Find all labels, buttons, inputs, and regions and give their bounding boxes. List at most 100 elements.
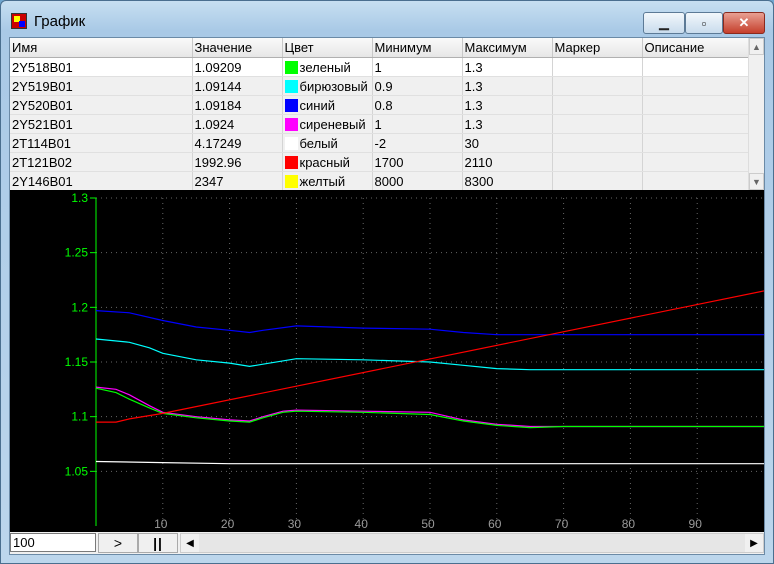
x-tick-label: 20	[221, 517, 235, 531]
cell-value[interactable]: 1992.96	[192, 152, 283, 172]
cell-name[interactable]: 2T114B01	[10, 133, 193, 153]
scroll-right-arrow-icon[interactable]: ▶	[745, 534, 763, 552]
chart-horizontal-scrollbar[interactable]: ◀ ▶	[180, 533, 764, 553]
header-max[interactable]: Максимум	[462, 38, 553, 58]
x-tick-label: 70	[555, 517, 569, 531]
cell-min[interactable]: 1700	[372, 152, 463, 172]
header-color[interactable]: Цвет	[282, 38, 373, 58]
cell-name[interactable]: 2Y521B01	[10, 114, 193, 134]
x-tick-label: 40	[355, 517, 369, 531]
cell-value[interactable]: 2347	[192, 171, 283, 190]
cell-marker[interactable]	[552, 152, 643, 172]
header-description[interactable]: Описание	[642, 38, 749, 58]
cell-description[interactable]	[642, 152, 749, 172]
color-name: желтый	[299, 173, 346, 189]
cell-name[interactable]: 2Y519B01	[10, 76, 193, 96]
series-line-4	[95, 460, 764, 465]
trend-chart[interactable]: 1.05 1.1 1.15 1.2 1.25 1.3 10 20 30 40 50 60 70 80 90	[10, 190, 765, 532]
series-line-3	[95, 387, 764, 429]
series-line-5	[96, 290, 765, 423]
table-header-row: Имя Значение Цвет Минимум Максимум Марке…	[10, 38, 749, 58]
cell-marker[interactable]	[552, 57, 643, 77]
cell-color[interactable]: красный	[282, 152, 373, 172]
cell-marker[interactable]	[552, 133, 643, 153]
cell-max[interactable]: 2110	[462, 152, 553, 172]
cell-min[interactable]: 0.8	[372, 95, 463, 115]
cell-min[interactable]: 8000	[372, 171, 463, 190]
scale-input[interactable]	[10, 533, 96, 552]
table-row[interactable]: 2Y518B01 1.09209 зеленый 1 1.3	[10, 57, 749, 77]
window-content: Имя Значение Цвет Минимум Максимум Марке…	[9, 37, 765, 555]
cell-max[interactable]: 1.3	[462, 95, 553, 115]
scroll-left-arrow-icon[interactable]: ◀	[181, 534, 199, 552]
cell-description[interactable]	[642, 114, 749, 134]
cell-description[interactable]	[642, 76, 749, 96]
cell-description[interactable]	[642, 133, 749, 153]
scroll-down-arrow-icon[interactable]: ▼	[749, 173, 764, 190]
cell-name[interactable]: 2Y146B01	[10, 171, 193, 190]
pause-icon: ||	[153, 535, 163, 551]
cell-color[interactable]: белый	[282, 133, 373, 153]
cell-color[interactable]: зеленый	[282, 57, 373, 77]
header-name[interactable]: Имя	[10, 38, 193, 58]
cell-marker[interactable]	[552, 76, 643, 96]
table-vertical-scrollbar[interactable]: ▲ ▼	[748, 38, 764, 190]
cell-max[interactable]: 1.3	[462, 76, 553, 96]
x-tick-label: 30	[288, 517, 302, 531]
cell-value[interactable]: 1.09209	[192, 57, 283, 77]
table-row[interactable]: 2Y146B01 2347 желтый 8000 8300	[10, 171, 749, 190]
play-button[interactable]: >	[98, 533, 138, 553]
scroll-up-arrow-icon[interactable]: ▲	[749, 38, 764, 55]
table-row[interactable]: 2T121B02 1992.96 красный 1700 2110	[10, 152, 749, 172]
pause-button[interactable]: ||	[138, 533, 178, 553]
table-row[interactable]: 2Y521B01 1.0924 сиреневый 1 1.3	[10, 114, 749, 134]
cell-name[interactable]: 2Y518B01	[10, 57, 193, 77]
color-swatch	[284, 98, 298, 112]
cell-description[interactable]	[642, 171, 749, 190]
cell-max[interactable]: 8300	[462, 171, 553, 190]
close-button[interactable]: ✕	[723, 12, 765, 34]
cell-name[interactable]: 2T121B02	[10, 152, 193, 172]
cell-name[interactable]: 2Y520B01	[10, 95, 193, 115]
cell-min[interactable]: 0.9	[372, 76, 463, 96]
cell-value[interactable]: 4.17249	[192, 133, 283, 153]
y-tick-label: 1.05	[65, 464, 89, 478]
cell-min[interactable]: -2	[372, 133, 463, 153]
minimize-icon: ▁	[659, 15, 669, 30]
cell-marker[interactable]	[552, 114, 643, 134]
signals-table: Имя Значение Цвет Минимум Максимум Марке…	[10, 38, 764, 190]
cell-marker[interactable]	[552, 171, 643, 190]
y-tick-label: 1.15	[65, 355, 89, 369]
header-marker[interactable]: Маркер	[552, 38, 643, 58]
cell-marker[interactable]	[552, 95, 643, 115]
cell-max[interactable]: 1.3	[462, 57, 553, 77]
cell-max[interactable]: 1.3	[462, 114, 553, 134]
cell-min[interactable]: 1	[372, 57, 463, 77]
color-name: зеленый	[299, 59, 351, 75]
cell-value[interactable]: 1.0924	[192, 114, 283, 134]
maximize-button[interactable]: ▫	[685, 12, 723, 34]
cell-color[interactable]: сиреневый	[282, 114, 373, 134]
header-value[interactable]: Значение	[192, 38, 283, 58]
cell-color[interactable]: бирюзовый	[282, 76, 373, 96]
color-swatch	[284, 136, 298, 150]
graph-window: График ▁ ▫ ✕ Имя Значение Цвет Минимум М…	[0, 0, 774, 564]
cell-max[interactable]: 30	[462, 133, 553, 153]
cell-value[interactable]: 1.09184	[192, 95, 283, 115]
cell-color[interactable]: желтый	[282, 171, 373, 190]
cell-description[interactable]	[642, 95, 749, 115]
table-row[interactable]: 2Y520B01 1.09184 синий 0.8 1.3	[10, 95, 749, 115]
close-icon: ✕	[738, 15, 750, 30]
y-tick-label: 1.1	[71, 410, 88, 424]
cell-min[interactable]: 1	[372, 114, 463, 134]
app-icon	[11, 13, 27, 29]
minimize-button[interactable]: ▁	[643, 12, 685, 34]
header-min[interactable]: Минимум	[372, 38, 463, 58]
cell-value[interactable]: 1.09144	[192, 76, 283, 96]
table-row[interactable]: 2Y519B01 1.09144 бирюзовый 0.9 1.3	[10, 76, 749, 96]
table-row[interactable]: 2T114B01 4.17249 белый -2 30	[10, 133, 749, 153]
color-swatch	[284, 79, 298, 93]
cell-color[interactable]: синий	[282, 95, 373, 115]
cell-description[interactable]	[642, 57, 749, 77]
title-bar[interactable]: График ▁ ▫ ✕	[1, 1, 773, 37]
